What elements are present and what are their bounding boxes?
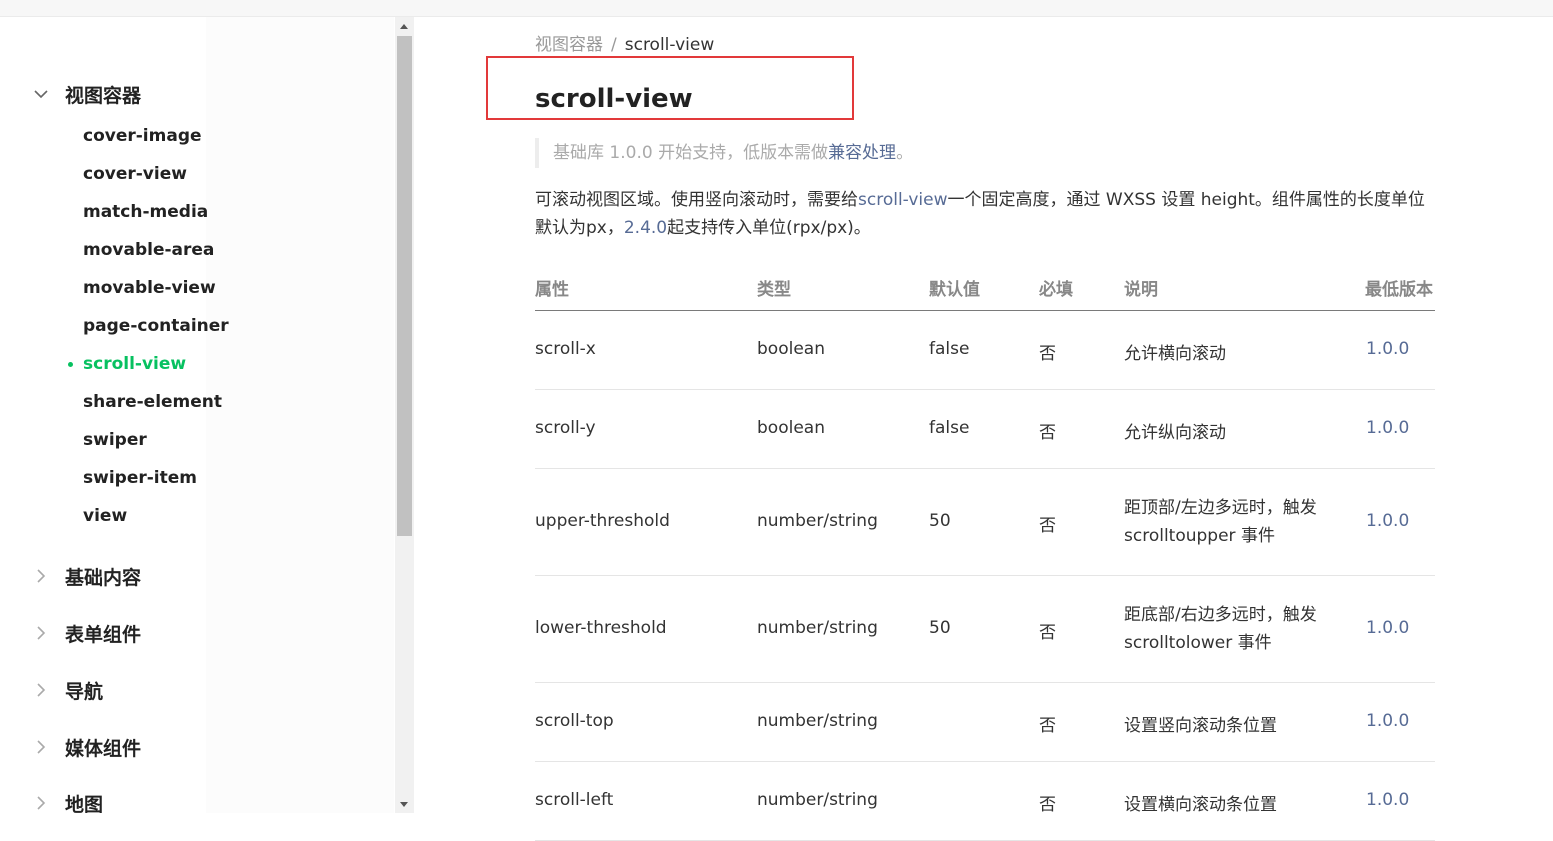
desc-text-3: 起支持传入单位(rpx/px)。 — [667, 218, 871, 238]
cell-attribute: lower-threshold — [535, 618, 667, 638]
cell-type: number/string — [757, 711, 878, 731]
sidebar-group-label: 基础内容 — [65, 567, 142, 589]
cell-min-version: 1.0.0 — [1366, 511, 1410, 531]
sidebar-item-match-media[interactable]: match-media — [83, 202, 208, 222]
compat-handling-link[interactable]: 兼容处理 — [828, 143, 896, 163]
cell-description: 允许横向滚动 — [1124, 344, 1226, 364]
properties-table: 属性 类型 默认值 必填 说明 最低版本 scroll-x boolean fa… — [535, 265, 1435, 841]
cell-type: boolean — [757, 418, 825, 438]
cell-attribute: scroll-x — [535, 339, 596, 359]
sidebar-item-swiper-item[interactable]: swiper-item — [83, 468, 197, 488]
cell-default: 50 — [929, 511, 951, 531]
cell-min-version: 1.0.0 — [1366, 339, 1410, 359]
cell-default: false — [929, 339, 970, 359]
version-note-text: 基础库 1.0.0 开始支持，低版本需做 — [553, 143, 829, 163]
sidebar-item-scroll-view[interactable]: scroll-view — [83, 354, 186, 374]
sidebar-item-page-container[interactable]: page-container — [83, 316, 229, 336]
sidebar-group-label: 地图 — [65, 794, 104, 813]
chevron-right-icon — [32, 567, 50, 585]
active-indicator-dot — [68, 362, 73, 367]
top-bar — [0, 0, 1553, 17]
chevron-right-icon — [32, 738, 50, 756]
sidebar-scrollbar[interactable] — [395, 17, 414, 813]
table-header: 属性 类型 默认值 必填 说明 最低版本 — [535, 265, 1435, 311]
sidebar-item-swiper[interactable]: swiper — [83, 430, 147, 450]
sidebar-nav: 视图容器 cover-image cover-view match-media … — [0, 17, 394, 813]
breadcrumb-separator: / — [611, 35, 617, 55]
header-attribute: 属性 — [535, 280, 569, 300]
cell-type: number/string — [757, 790, 878, 810]
sidebar-group-label: 表单组件 — [65, 624, 142, 646]
table-row: lower-threshold number/string 50 否 距底部/右… — [535, 576, 1435, 683]
cell-type: number/string — [757, 511, 878, 531]
sidebar-group-form[interactable]: 表单组件 — [0, 618, 390, 648]
sidebar-item-movable-view[interactable]: movable-view — [83, 278, 216, 298]
component-description: 可滚动视图区域。使用竖向滚动时，需要给scroll-view一个固定高度，通过 … — [535, 186, 1435, 242]
version-note: 基础库 1.0.0 开始支持，低版本需做兼容处理。 — [535, 138, 913, 168]
sidebar-group-navigation[interactable]: 导航 — [0, 675, 390, 705]
cell-default: false — [929, 418, 970, 438]
desc-text-1: 可滚动视图区域。使用竖向滚动时，需要给 — [535, 190, 858, 210]
sidebar-group-media[interactable]: 媒体组件 — [0, 732, 390, 762]
cell-description: 距底部/右边多远时，触发 scrolltolower 事件 — [1124, 605, 1317, 653]
sidebar-group-map[interactable]: 地图 — [0, 788, 390, 813]
sidebar-group-label: 导航 — [65, 681, 104, 703]
header-required: 必填 — [1039, 280, 1073, 300]
version-note-suffix: 。 — [896, 143, 914, 163]
cell-type: number/string — [757, 618, 878, 638]
scroll-down-arrow-icon[interactable] — [400, 802, 408, 807]
cell-min-version: 1.0.0 — [1366, 418, 1410, 438]
cell-description: 允许纵向滚动 — [1124, 423, 1226, 443]
chevron-right-icon — [32, 794, 50, 812]
cell-attribute: scroll-top — [535, 711, 614, 731]
cell-required: 否 — [1039, 516, 1056, 536]
cell-required: 否 — [1039, 716, 1056, 736]
sidebar-item-movable-area[interactable]: movable-area — [83, 240, 214, 260]
cell-default: 50 — [929, 618, 951, 638]
chevron-right-icon — [32, 681, 50, 699]
chevron-right-icon — [32, 624, 50, 642]
header-min-version: 最低版本 — [1365, 280, 1433, 300]
cell-type: boolean — [757, 339, 825, 359]
cell-attribute: upper-threshold — [535, 511, 670, 531]
cell-min-version: 1.0.0 — [1366, 790, 1410, 810]
cell-description: 距顶部/左边多远时，触发 scrolltoupper 事件 — [1124, 498, 1317, 546]
cell-min-version: 1.0.0 — [1366, 618, 1410, 638]
cell-attribute: scroll-y — [535, 418, 596, 438]
breadcrumb-parent-link[interactable]: 视图容器 — [535, 35, 603, 55]
cell-description: 设置竖向滚动条位置 — [1124, 716, 1277, 736]
sidebar-group-label: 视图容器 — [65, 85, 142, 107]
sidebar-item-view[interactable]: view — [83, 506, 127, 526]
sidebar-group-label: 媒体组件 — [65, 738, 142, 760]
scroll-view-link[interactable]: scroll-view — [858, 190, 948, 210]
table-row: upper-threshold number/string 50 否 距顶部/左… — [535, 469, 1435, 576]
page-title: scroll-view — [535, 84, 693, 114]
table-row: scroll-x boolean false 否 允许横向滚动 1.0.0 — [535, 311, 1435, 390]
cell-attribute: scroll-left — [535, 790, 614, 810]
scroll-up-arrow-icon[interactable] — [400, 24, 408, 29]
table-row: scroll-top number/string 否 设置竖向滚动条位置 1.0… — [535, 683, 1435, 762]
scrollbar-thumb[interactable] — [397, 36, 412, 536]
cell-required: 否 — [1039, 623, 1056, 643]
cell-required: 否 — [1039, 423, 1056, 443]
version-2-4-0-link[interactable]: 2.4.0 — [624, 218, 667, 238]
table-row: scroll-y boolean false 否 允许纵向滚动 1.0.0 — [535, 390, 1435, 469]
sidebar-item-cover-view[interactable]: cover-view — [83, 164, 187, 184]
header-default: 默认值 — [929, 280, 980, 300]
chevron-down-icon — [32, 85, 50, 103]
cell-min-version: 1.0.0 — [1366, 711, 1410, 731]
sidebar-group-basic-content[interactable]: 基础内容 — [0, 561, 390, 591]
table-row: scroll-left number/string 否 设置横向滚动条位置 1.… — [535, 762, 1435, 841]
cell-description: 设置横向滚动条位置 — [1124, 795, 1277, 815]
breadcrumb: 视图容器 / scroll-view — [535, 30, 714, 55]
cell-required: 否 — [1039, 795, 1056, 815]
header-type: 类型 — [757, 280, 791, 300]
cell-required: 否 — [1039, 344, 1056, 364]
sidebar-item-cover-image[interactable]: cover-image — [83, 126, 202, 146]
sidebar-item-share-element[interactable]: share-element — [83, 392, 222, 412]
header-description: 说明 — [1124, 280, 1158, 300]
sidebar-group-view-container[interactable]: 视图容器 — [0, 79, 390, 109]
breadcrumb-current: scroll-view — [624, 35, 715, 55]
